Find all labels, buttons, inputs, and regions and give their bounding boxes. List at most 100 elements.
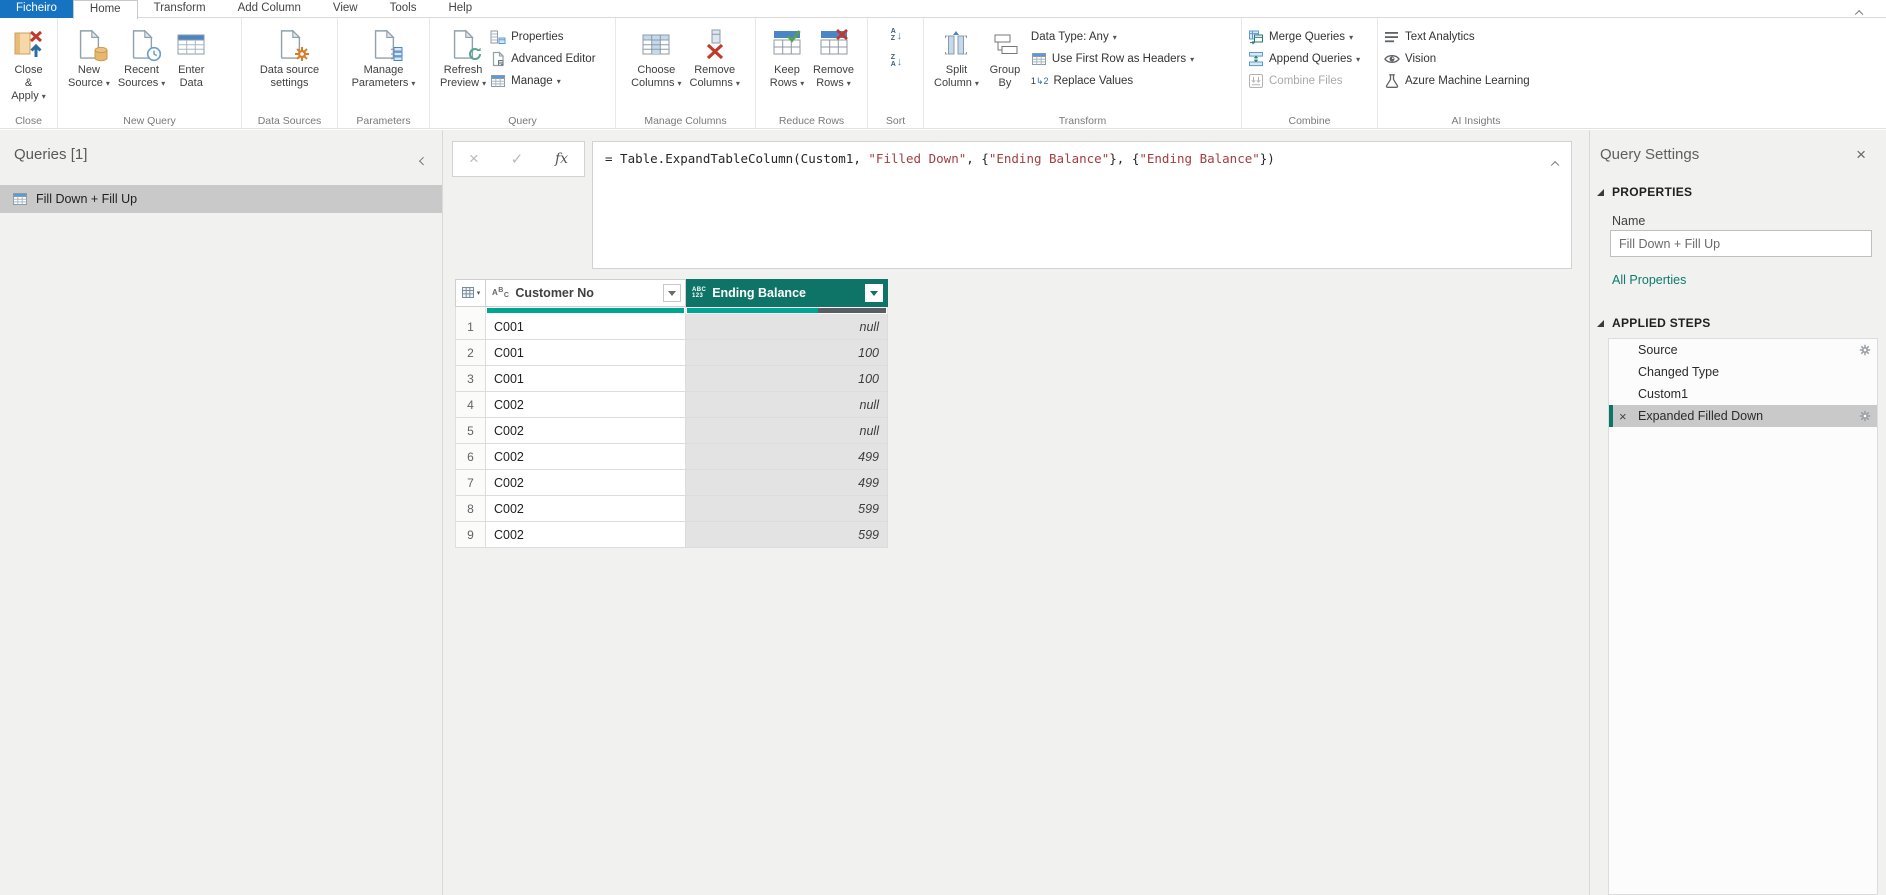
gear-icon[interactable] <box>1859 410 1871 422</box>
advanced-editor-button[interactable]: Advanced Editor <box>490 48 596 70</box>
tab-view[interactable]: View <box>317 0 374 18</box>
tab-tools[interactable]: Tools <box>374 0 433 18</box>
keep-rows-button[interactable]: Keep Rows <box>765 23 809 91</box>
azure-ml-button[interactable]: Azure Machine Learning <box>1384 70 1530 92</box>
manage-query-button[interactable]: Manage <box>490 70 595 92</box>
group-by-button[interactable]: Group By <box>983 23 1027 91</box>
text-analytics-button[interactable]: Text Analytics <box>1384 26 1530 48</box>
quality-bar-customer-no <box>486 307 686 314</box>
all-properties-link[interactable]: All Properties <box>1612 273 1686 287</box>
new-source-button[interactable]: New Source <box>64 23 114 91</box>
sort-ascending-button[interactable]: A Z <box>891 25 903 45</box>
manage-parameters-button[interactable]: Manage Parameters <box>348 23 420 91</box>
table-row: 2 C001 100 <box>455 340 888 366</box>
collapse-queries-panel-button[interactable] <box>418 151 428 169</box>
close-icon[interactable]: × <box>1856 145 1866 165</box>
step-expanded-filled-down[interactable]: × Expanded Filled Down <box>1609 405 1877 427</box>
vertical-scrollbar[interactable] <box>1578 130 1590 895</box>
fx-add-step-button[interactable]: fx <box>555 151 568 167</box>
tab-add-column[interactable]: Add Column <box>222 0 317 18</box>
step-source[interactable]: Source <box>1609 339 1877 361</box>
data-source-settings-button[interactable]: Data source settings <box>256 23 323 91</box>
append-queries-button[interactable]: Append Queries <box>1248 48 1360 70</box>
dropdown-caret-icon <box>553 75 561 87</box>
vision-button[interactable]: Vision <box>1384 48 1530 70</box>
cancel-formula-button[interactable]: × <box>469 149 479 169</box>
expand-formula-bar-button[interactable] <box>1550 156 1560 171</box>
gear-icon[interactable] <box>1859 344 1871 356</box>
refresh-preview-button[interactable]: Refresh Preview <box>436 23 490 91</box>
sort-descending-button[interactable]: Z A <box>891 51 903 71</box>
split-column-label: Split Column <box>934 64 979 90</box>
cell-ending-balance[interactable]: 100 <box>686 366 888 392</box>
cell-customer-no[interactable]: C002 <box>486 522 686 548</box>
step-changed-type[interactable]: Changed Type <box>1609 361 1877 383</box>
properties-button[interactable]: Properties <box>490 26 595 48</box>
cell-customer-no[interactable]: C002 <box>486 392 686 418</box>
use-first-row-label: Use First Row as Headers <box>1051 53 1187 65</box>
cell-customer-no[interactable]: C001 <box>486 366 686 392</box>
cell-customer-no[interactable]: C002 <box>486 470 686 496</box>
row-number: 5 <box>455 418 486 444</box>
recent-sources-button[interactable]: Recent Sources <box>114 23 169 91</box>
ribbon-group-sort: A Z Z A Sort <box>868 18 924 128</box>
remove-columns-label: Remove Columns <box>690 64 740 90</box>
formula-input[interactable]: = Table.ExpandTableColumn(Custom1, "Fill… <box>592 141 1572 269</box>
commit-formula-button[interactable]: ✓ <box>511 150 524 168</box>
split-column-button[interactable]: Split Column <box>930 23 983 91</box>
cell-ending-balance[interactable]: 599 <box>686 496 888 522</box>
column-header-ending-balance[interactable]: ABC 123 Ending Balance <box>686 279 888 307</box>
chevron-left-icon <box>418 156 428 166</box>
remove-rows-button[interactable]: Remove Rows <box>809 23 858 91</box>
choose-columns-button[interactable]: Choose Columns <box>627 23 685 91</box>
cell-ending-balance[interactable]: null <box>686 418 888 444</box>
properties-section-header[interactable]: PROPERTIES <box>1597 185 1692 199</box>
cell-ending-balance[interactable]: 100 <box>686 340 888 366</box>
query-name-input[interactable] <box>1610 230 1872 257</box>
select-all-corner-button[interactable]: ▾ <box>455 279 486 307</box>
column-header-customer-no[interactable]: ABC Customer No <box>486 279 686 307</box>
close-apply-button[interactable]: Close & Apply <box>6 23 51 104</box>
cell-ending-balance[interactable]: null <box>686 314 888 340</box>
step-label: Changed Type <box>1638 365 1720 379</box>
tab-transform[interactable]: Transform <box>138 0 222 18</box>
step-custom1[interactable]: Custom1 <box>1609 383 1877 405</box>
enter-data-button[interactable]: Enter Data <box>169 23 213 91</box>
collapse-ribbon-button[interactable] <box>1854 4 1870 19</box>
replace-values-button[interactable]: 1↳2 Replace Values <box>1031 70 1194 92</box>
merge-queries-button[interactable]: Merge Queries <box>1248 26 1360 48</box>
row-number: 7 <box>455 470 486 496</box>
close-apply-icon <box>13 28 45 60</box>
append-queries-label: Append Queries <box>1269 53 1353 65</box>
remove-step-icon[interactable]: × <box>1619 409 1627 424</box>
cell-customer-no[interactable]: C001 <box>486 314 686 340</box>
cell-ending-balance[interactable]: null <box>686 392 888 418</box>
cell-ending-balance[interactable]: 499 <box>686 470 888 496</box>
remove-columns-button[interactable]: Remove Columns <box>686 23 744 91</box>
tab-help[interactable]: Help <box>432 0 488 18</box>
tab-ficheiro[interactable]: Ficheiro <box>0 0 73 18</box>
cell-ending-balance[interactable]: 599 <box>686 522 888 548</box>
manage-query-label: Manage <box>511 75 553 87</box>
group-label-transform: Transform <box>1058 115 1107 127</box>
filter-dropdown-button[interactable] <box>663 284 681 302</box>
cell-ending-balance[interactable]: 499 <box>686 444 888 470</box>
group-label-query: Query <box>508 115 537 127</box>
ribbon-group-data-sources: Data source settings Data Sources <box>242 18 338 128</box>
cell-customer-no[interactable]: C002 <box>486 496 686 522</box>
query-list-item[interactable]: Fill Down + Fill Up <box>0 185 442 213</box>
cell-customer-no[interactable]: C002 <box>486 418 686 444</box>
ribbon-group-combine: Merge Queries Append Queries Combine Fil… <box>1242 18 1378 128</box>
group-label-new-query: New Query <box>123 115 176 127</box>
combine-files-button[interactable]: Combine Files <box>1248 70 1360 92</box>
cell-customer-no[interactable]: C001 <box>486 340 686 366</box>
column-quality-bar-row <box>455 307 888 314</box>
data-type-button[interactable]: Data Type: Any <box>1031 26 1194 48</box>
applied-steps-section-header[interactable]: APPLIED STEPS <box>1597 316 1711 330</box>
tab-home[interactable]: Home <box>72 0 138 19</box>
group-label-ai-insights: AI Insights <box>1451 115 1501 127</box>
filter-dropdown-button[interactable] <box>865 284 883 302</box>
use-first-row-button[interactable]: Use First Row as Headers <box>1031 48 1194 70</box>
cell-customer-no[interactable]: C002 <box>486 444 686 470</box>
replace-values-icon: 1↳2 <box>1030 75 1049 86</box>
